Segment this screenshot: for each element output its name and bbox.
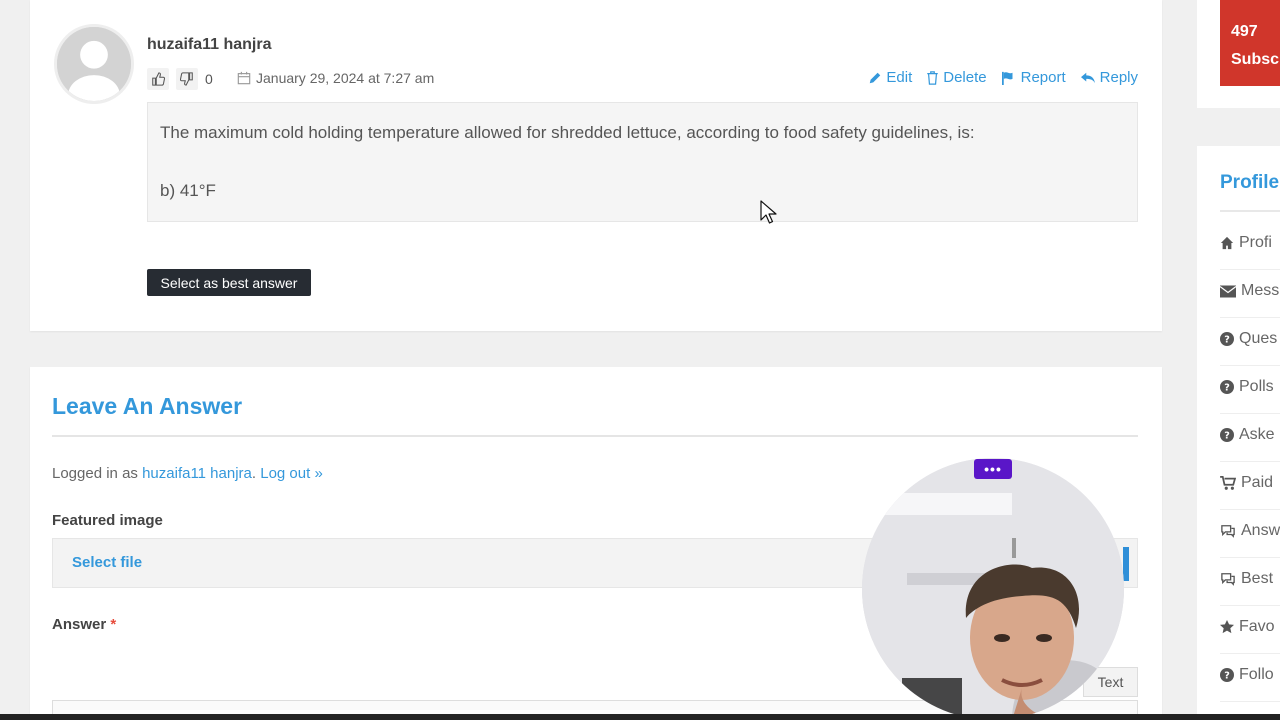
user-placeholder-icon [57, 27, 131, 101]
reply-icon [1080, 72, 1095, 83]
question-circle-icon: ? [1220, 428, 1234, 442]
sidebar-item-polls[interactable]: ? Polls [1220, 378, 1274, 396]
answer-actions: Edit Delete Report Reply [868, 69, 1138, 86]
subscribers-count: 497 [1231, 23, 1258, 40]
sidebar-item-label: Ques [1239, 330, 1278, 347]
avatar[interactable] [54, 24, 134, 104]
upload-button-edge[interactable] [1123, 547, 1129, 581]
sidebar-item-label: Profi [1239, 234, 1272, 251]
divider [1220, 605, 1280, 606]
report-button[interactable]: Report [1001, 69, 1066, 86]
logged-in-text: Logged in as huzaifa11 hanjra. Log out » [52, 465, 323, 482]
sidebar-item-favo[interactable]: Favo [1220, 618, 1275, 636]
sidebar-item-aske[interactable]: ? Aske [1220, 426, 1275, 444]
answer-card: huzaifa11 hanjra 0 January 29, 2024 at 7… [30, 0, 1162, 331]
subscribers-widget: 497 Subsc [1197, 0, 1280, 108]
sidebar-item-label: Follo [1239, 666, 1274, 683]
sidebar-item-label: Mess [1241, 282, 1280, 299]
sidebar-item-mess[interactable]: Mess [1220, 282, 1279, 300]
divider [1220, 210, 1280, 212]
answer-paragraph: b) 41°F [160, 181, 216, 200]
star-icon [1220, 620, 1234, 634]
sidebar-item-best[interactable]: Best [1220, 570, 1273, 588]
sidebar-item-paid[interactable]: Paid [1220, 474, 1273, 492]
leave-answer-title: Leave An Answer [52, 393, 243, 419]
mouse-cursor-icon [760, 200, 777, 224]
thumbs-down-icon [180, 72, 193, 86]
calendar-icon [237, 71, 251, 85]
answer-author[interactable]: huzaifa11 hanjra [147, 36, 272, 54]
required-asterisk: * [110, 616, 117, 633]
sidebar-item-profi[interactable]: Profi [1220, 234, 1272, 252]
bottom-bar [0, 714, 1280, 720]
svg-text:?: ? [1224, 383, 1230, 394]
sidebar-item-label: Aske [1239, 426, 1275, 443]
answer-body: The maximum cold holding temperature all… [147, 102, 1138, 222]
divider [52, 435, 1138, 437]
sidebar-item-follo[interactable]: ? Follo [1220, 666, 1274, 684]
divider [1220, 653, 1280, 654]
divider [1220, 365, 1280, 366]
subscribers-box[interactable]: 497 Subsc [1220, 0, 1280, 86]
home-icon [1220, 236, 1234, 250]
thumbs-up-button[interactable] [147, 68, 169, 90]
pencil-icon [870, 72, 881, 83]
divider [1220, 461, 1280, 462]
answer-field-label: Answer * [52, 616, 116, 633]
delete-label: Delete [943, 69, 987, 86]
flag-icon [1001, 71, 1013, 85]
envelope-icon [1220, 285, 1236, 298]
reply-button[interactable]: Reply [1080, 69, 1138, 86]
answer-date-text: January 29, 2024 at 7:27 am [256, 70, 435, 86]
question-circle-icon: ? [1220, 380, 1234, 394]
select-file-button[interactable]: Select file [72, 554, 142, 571]
sidebar-item-ques[interactable]: ? Ques [1220, 330, 1277, 348]
webcam-more-button[interactable]: ••• [974, 459, 1012, 479]
edit-button[interactable]: Edit [868, 69, 912, 86]
reply-label: Reply [1099, 69, 1138, 86]
svg-text:?: ? [1224, 431, 1230, 442]
cart-icon [1220, 476, 1236, 490]
divider [1220, 413, 1280, 414]
answer-date: January 29, 2024 at 7:27 am [237, 70, 434, 86]
divider [1220, 509, 1280, 510]
thumbs-down-button[interactable] [176, 68, 198, 90]
featured-image-label: Featured image [52, 512, 163, 529]
delete-button[interactable]: Delete [926, 69, 987, 86]
divider [1220, 557, 1280, 558]
answer-paragraph: The maximum cold holding temperature all… [160, 123, 975, 142]
answer-label-text: Answer [52, 616, 107, 633]
sidebar-item-label: Favo [1239, 618, 1275, 635]
question-circle-icon: ? [1220, 668, 1234, 682]
svg-text:?: ? [1224, 671, 1230, 682]
profile-sidebar: Profile Profi Mess? Ques? Polls? Aske Paid Ans… [1197, 146, 1280, 720]
sidebar-item-answ[interactable]: Answ [1220, 522, 1280, 540]
sidebar-item-label: Polls [1239, 378, 1274, 395]
profile-sidebar-title: Profile [1220, 172, 1280, 193]
subscribers-label: Subsc [1231, 51, 1280, 68]
svg-text:?: ? [1224, 335, 1230, 346]
vote-count: 0 [205, 71, 213, 87]
sidebar-item-label: Answ [1241, 522, 1280, 539]
comments-icon [1220, 572, 1236, 586]
select-best-answer-button[interactable]: Select as best answer [147, 269, 311, 296]
thumbs-up-icon [152, 72, 165, 86]
logged-in-prefix: Logged in as [52, 465, 143, 482]
question-circle-icon: ? [1220, 332, 1234, 346]
user-profile-link[interactable]: huzaifa11 hanjra [142, 465, 252, 482]
divider [1220, 269, 1280, 270]
webcam-feed [862, 458, 1124, 720]
sidebar-item-label: Paid [1241, 474, 1274, 491]
logout-link[interactable]: Log out » [260, 465, 323, 482]
divider [1220, 317, 1280, 318]
sidebar-item-label: Best [1241, 570, 1274, 587]
webcam-overlay[interactable] [862, 458, 1124, 720]
logged-in-separator: . [251, 465, 261, 482]
comments-icon [1220, 524, 1236, 538]
divider [1220, 701, 1280, 702]
report-label: Report [1020, 69, 1066, 86]
trash-icon [927, 70, 938, 85]
edit-label: Edit [886, 69, 913, 86]
